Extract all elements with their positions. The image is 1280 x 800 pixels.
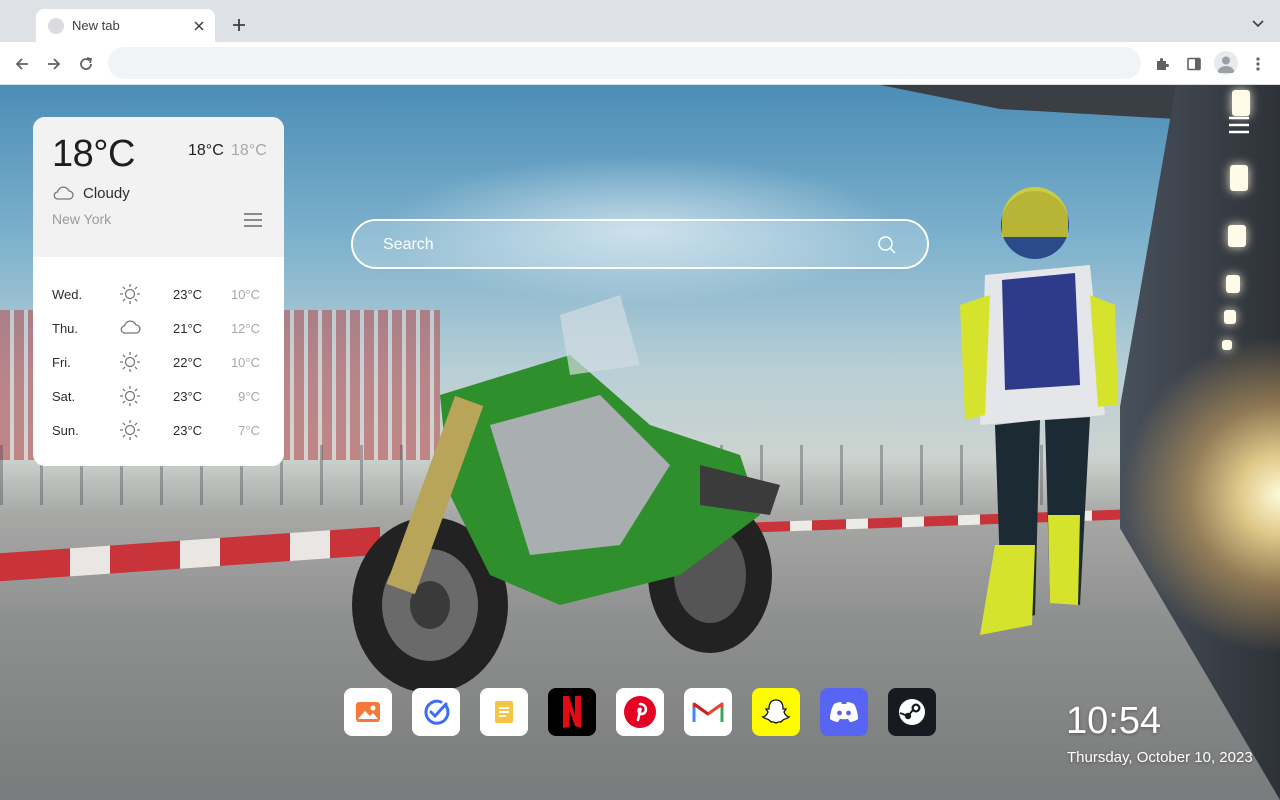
forecast-day: Fri. xyxy=(52,355,71,370)
dock-pinterest-app[interactable] xyxy=(616,688,664,736)
arrow-left-icon xyxy=(15,58,28,70)
chevron-down-icon xyxy=(1252,20,1264,28)
forecast-low: 10°C xyxy=(230,355,260,370)
forecast-list: Wed. 23°C 10°C Thu. 21°C 12°C Fri. 22°C … xyxy=(33,277,284,447)
forecast-day: Sun. xyxy=(52,423,79,438)
weather-condition: Cloudy xyxy=(83,185,130,202)
wallpaper-light xyxy=(1230,165,1248,191)
forecast-high: 21°C xyxy=(173,321,203,336)
reload-button[interactable] xyxy=(74,52,98,76)
more-vertical-icon xyxy=(1256,57,1260,71)
forecast-day: Wed. xyxy=(52,287,83,302)
dock-notes-app[interactable] xyxy=(480,688,528,736)
forecast-high: 23°C xyxy=(173,389,203,404)
forecast-day: Sat. xyxy=(52,389,76,404)
forecast-high: 22°C xyxy=(173,355,203,370)
forecast-high: 23°C xyxy=(173,287,203,302)
wallpaper-light xyxy=(1226,275,1240,293)
gmail-icon xyxy=(692,702,724,722)
weather-widget: 18°C 18°C 18°C Cloudy New York Wed. 23°C… xyxy=(33,117,284,466)
tab-search-button[interactable] xyxy=(1248,14,1268,34)
image-icon xyxy=(356,702,380,722)
steam-icon xyxy=(899,699,925,725)
sun-icon xyxy=(120,352,140,372)
search-box xyxy=(351,219,929,269)
tab-new-tab[interactable]: New tab xyxy=(36,9,215,42)
forecast-day: Thu. xyxy=(52,321,79,336)
weather-menu-icon[interactable] xyxy=(244,213,262,227)
browser-toolbar xyxy=(0,42,1280,85)
app-dock xyxy=(344,688,936,736)
clock-time: 10:54 xyxy=(1066,700,1162,742)
weather-current: 18°C 18°C 18°C Cloudy New York xyxy=(33,117,284,257)
dock-snapchat-app[interactable] xyxy=(752,688,800,736)
dock-discord-app[interactable] xyxy=(820,688,868,736)
profile-avatar[interactable] xyxy=(1214,51,1238,75)
dock-netflix-app[interactable] xyxy=(548,688,596,736)
note-icon xyxy=(495,701,513,723)
new-tab-button[interactable] xyxy=(228,14,250,36)
forecast-row: Fri. 22°C 10°C xyxy=(33,345,284,379)
forecast-high: 23°C xyxy=(173,423,203,438)
plus-icon xyxy=(233,19,245,31)
forecast-row: Wed. 23°C 10°C xyxy=(33,277,284,311)
dock-gallery-app[interactable] xyxy=(344,688,392,736)
hamburger-menu-icon[interactable] xyxy=(1228,116,1250,134)
forecast-row: Sun. 23°C 7°C xyxy=(33,413,284,447)
wallpaper-light xyxy=(1224,310,1236,324)
forecast-low: 10°C xyxy=(230,287,260,302)
search-icon[interactable] xyxy=(877,235,897,255)
forward-button[interactable] xyxy=(42,52,66,76)
forecast-low: 9°C xyxy=(238,389,260,404)
dock-steam-app[interactable] xyxy=(888,688,936,736)
person-icon xyxy=(1217,56,1235,73)
puzzle-icon xyxy=(1157,58,1169,70)
tab-title: New tab xyxy=(72,18,120,33)
side-panel-icon xyxy=(1187,57,1201,71)
tab-strip: New tab xyxy=(0,0,1280,42)
wallpaper-motorcycle xyxy=(352,295,780,693)
address-bar[interactable] xyxy=(108,47,1141,79)
back-button[interactable] xyxy=(10,52,34,76)
dock-tasks-app[interactable] xyxy=(412,688,460,736)
side-panel-button[interactable] xyxy=(1182,52,1206,76)
tab-favicon-icon xyxy=(48,17,64,34)
forecast-low: 7°C xyxy=(238,423,260,438)
current-temperature: 18°C xyxy=(52,133,135,175)
clock-date: Thursday, October 10, 2023 xyxy=(1067,749,1253,766)
sun-icon xyxy=(120,386,140,406)
close-tab-button[interactable] xyxy=(189,16,209,36)
reload-icon xyxy=(80,57,93,70)
cloud-icon xyxy=(120,320,141,334)
wallpaper-rider xyxy=(960,187,1118,635)
forecast-row: Sat. 23°C 9°C xyxy=(33,379,284,413)
extensions-button[interactable] xyxy=(1150,52,1174,76)
arrow-right-icon xyxy=(48,58,61,70)
sun-icon xyxy=(120,420,140,440)
search-input[interactable] xyxy=(383,233,863,257)
sun-icon xyxy=(120,284,140,304)
today-high: 18°C xyxy=(188,142,224,159)
wallpaper-light xyxy=(1232,90,1250,116)
pinterest-icon xyxy=(624,696,656,728)
discord-icon xyxy=(830,702,858,722)
check-icon xyxy=(424,699,450,725)
dock-gmail-app[interactable] xyxy=(684,688,732,736)
wallpaper-light xyxy=(1228,225,1246,247)
netflix-icon xyxy=(563,696,581,728)
snapchat-icon xyxy=(761,699,791,724)
weather-city: New York xyxy=(52,211,112,227)
forecast-row: Thu. 21°C 12°C xyxy=(33,311,284,345)
cloud-icon xyxy=(53,186,74,200)
today-low: 18°C xyxy=(231,142,267,159)
chrome-menu-button[interactable] xyxy=(1246,52,1270,76)
forecast-low: 12°C xyxy=(230,321,260,336)
close-icon xyxy=(194,20,204,31)
